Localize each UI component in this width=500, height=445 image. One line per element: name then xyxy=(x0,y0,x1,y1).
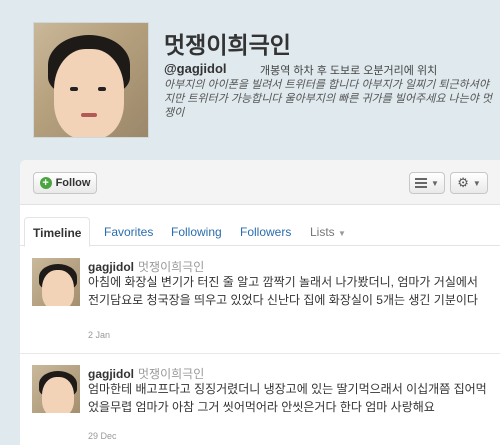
tweet-avatar[interactable] xyxy=(32,365,80,413)
tweet-display-name: 멋쟁이희극인 xyxy=(138,367,205,381)
avatar-face xyxy=(42,270,74,306)
plus-icon: + xyxy=(39,177,52,189)
chevron-down-icon: ▼ xyxy=(338,229,346,238)
profile-location: 개봉역 하차 후 도보로 오분거리에 위치 xyxy=(260,65,438,77)
tweet-text: 엄마한테 배고프다고 징징거렸더니 냉장고에 있는 딸기먹으래서 이십개쯤 집어… xyxy=(88,382,487,414)
tweet-screen-name[interactable]: gagjidol xyxy=(88,260,134,274)
tweet-display-name: 멋쟁이희극인 xyxy=(138,260,205,274)
tab-followers[interactable]: Followers xyxy=(240,225,291,239)
tweet-item: gagjidol 멋쟁이희극인 아침에 화장실 변기가 터진 줄 알고 깜짝기 놀… xyxy=(20,248,500,354)
gear-icon: ⚙ xyxy=(457,175,469,190)
action-bar: + Follow ▼ ⚙ ▼ xyxy=(20,160,500,205)
profile-avatar[interactable] xyxy=(33,22,149,138)
tweet-screen-name[interactable]: gagjidol xyxy=(88,367,134,381)
tweet-date[interactable]: 29 Dec xyxy=(88,431,117,441)
follow-button[interactable]: + Follow xyxy=(33,172,97,194)
profile-tabs: Timeline Favorites Following Followers L… xyxy=(20,216,500,247)
tab-lists-label: Lists xyxy=(310,225,335,239)
avatar-eye xyxy=(70,87,78,91)
avatar-mouth xyxy=(81,113,97,117)
profile-card: + Follow ▼ ⚙ ▼ Timeline Favorites Follow… xyxy=(20,160,500,445)
tweet-text: 아침에 화장실 변기가 터진 줄 알고 깜짝기 놀래서 나가봤더니, 엄마가 거… xyxy=(88,275,478,307)
tweet-date[interactable]: 2 Jan xyxy=(88,330,110,340)
tweet-item: gagjidol 멋쟁이희극인 엄마한테 배고프다고 징징거렸더니 냉장고에 있는… xyxy=(20,355,500,445)
follow-label: Follow xyxy=(55,177,91,189)
tweet-avatar[interactable] xyxy=(32,258,80,306)
tab-lists[interactable]: Lists ▼ xyxy=(310,225,346,239)
profile-name: 멋쟁이희극인 xyxy=(164,32,291,58)
tab-timeline[interactable]: Timeline xyxy=(24,217,91,247)
tab-favorites[interactable]: Favorites xyxy=(104,225,153,239)
list-menu-button[interactable]: ▼ xyxy=(409,172,445,194)
chevron-down-icon: ▼ xyxy=(431,178,439,188)
list-icon xyxy=(415,178,428,188)
settings-menu-button[interactable]: ⚙ ▼ xyxy=(450,172,488,194)
avatar-face xyxy=(54,49,124,137)
profile-bio: 아부지의 아이폰을 빌려서 트위터를 합니다 아부지가 일찌기 퇴근하셔야지만 … xyxy=(164,79,493,119)
tab-following[interactable]: Following xyxy=(171,225,222,239)
profile-screen-name: @gagjidol xyxy=(164,61,227,76)
avatar-eye xyxy=(98,87,106,91)
profile-header: 멋쟁이희극인 @gagjidol 개봉역 하차 후 도보로 오분거리에 위치 아… xyxy=(0,0,500,160)
avatar-face xyxy=(42,377,74,413)
chevron-down-icon: ▼ xyxy=(472,178,481,188)
